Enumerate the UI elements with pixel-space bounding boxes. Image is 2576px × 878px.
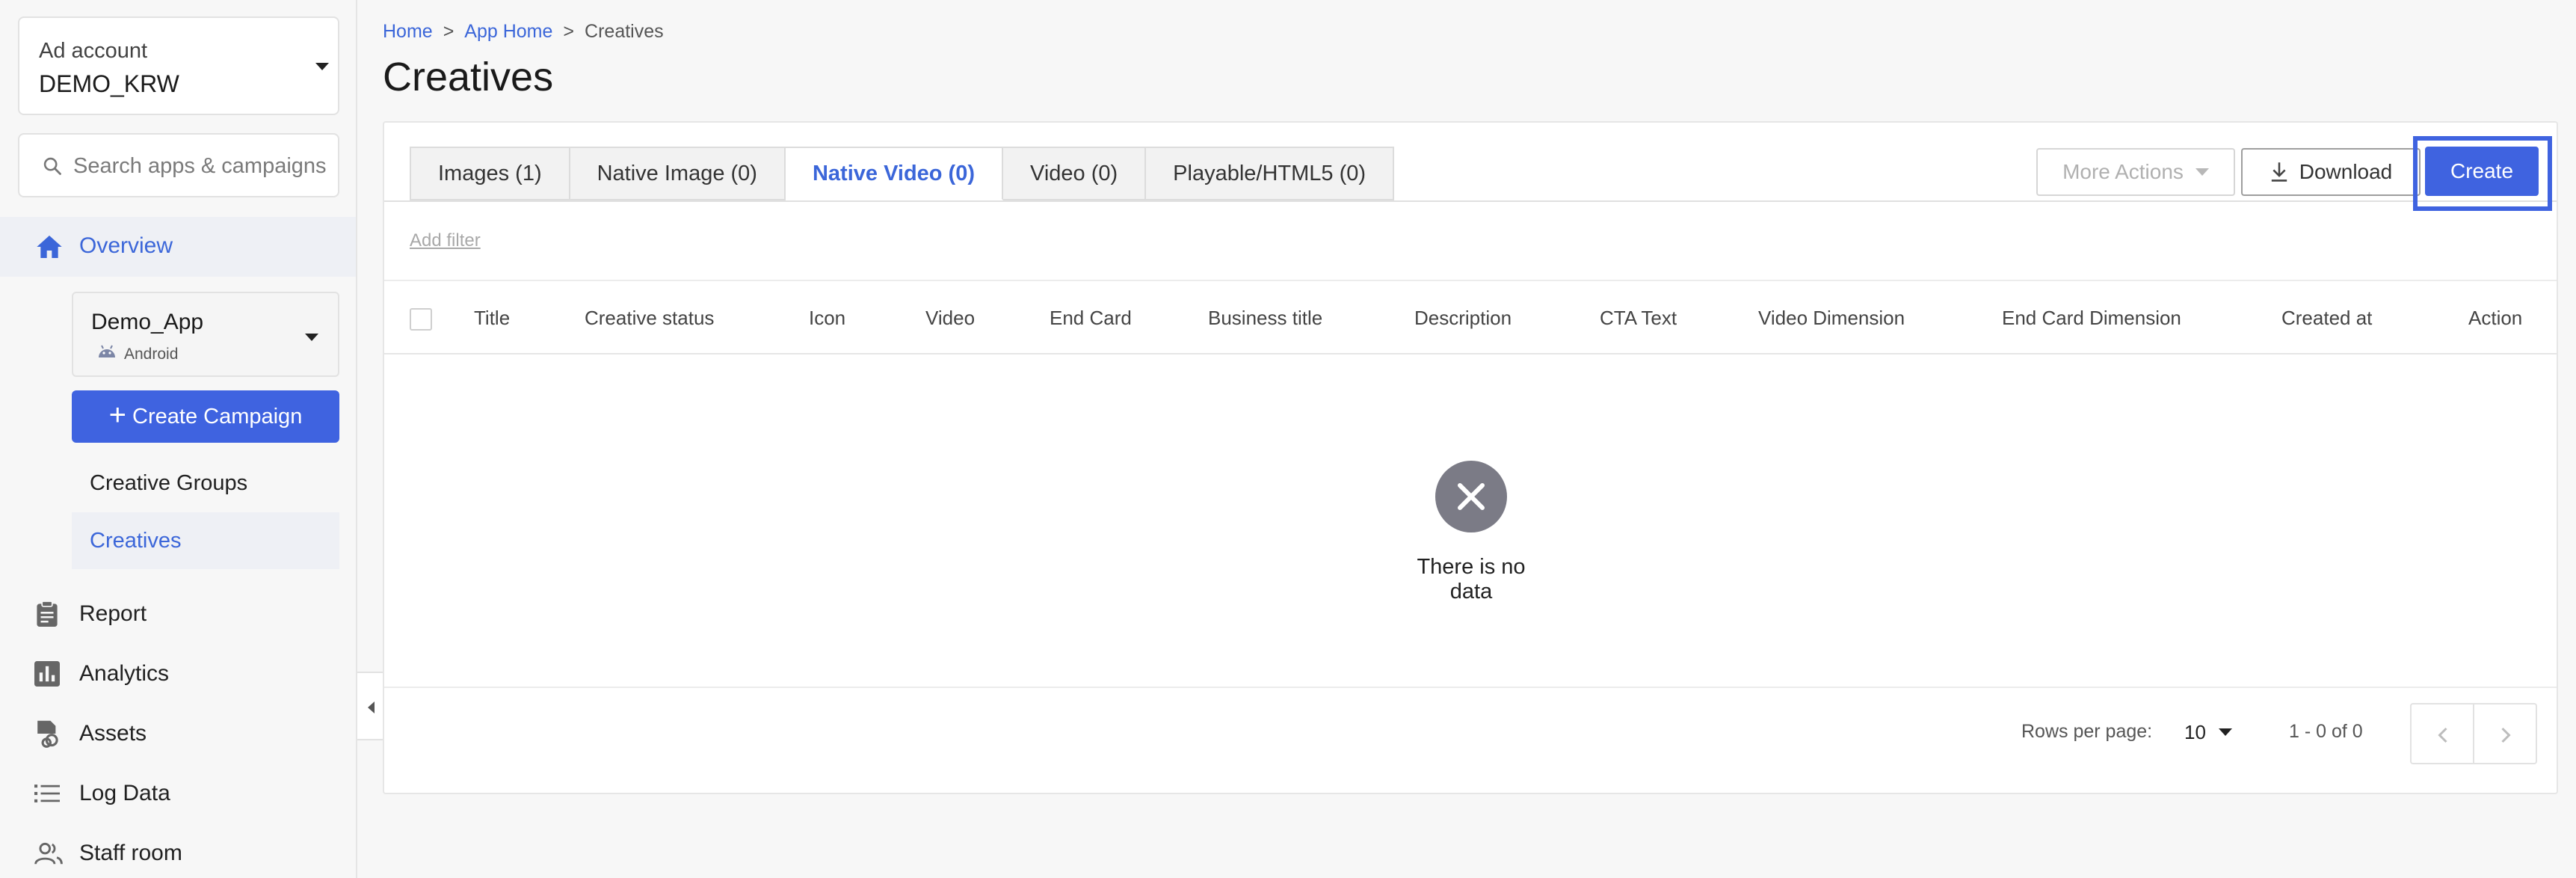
column-header-creative-status[interactable]: Creative status (585, 307, 714, 330)
chevron-down-icon (2195, 168, 2209, 176)
nav-item-analytics[interactable]: Analytics (0, 648, 356, 700)
list-icon (34, 785, 60, 802)
column-header-created-at[interactable]: Created at (2281, 307, 2372, 330)
creatives-panel: Images (1) Native Image (0) Native Video… (383, 121, 2558, 794)
nav-item-staff-room[interactable]: Staff room (0, 827, 356, 878)
nav-item-log-data-label: Log Data (79, 781, 170, 805)
plus-icon: + (108, 399, 127, 432)
breadcrumb: Home > App Home > Creatives (383, 21, 664, 43)
page-range: 1 - 0 of 0 (2289, 721, 2363, 742)
column-header-action: Action (2468, 307, 2523, 329)
more-actions-label: More Actions (2062, 160, 2184, 183)
nav-item-report[interactable]: Report (0, 588, 356, 640)
create-button[interactable]: Create (2425, 147, 2539, 196)
nav-item-assets[interactable]: Assets (0, 707, 356, 760)
more-actions-button[interactable]: More Actions (2036, 148, 2235, 196)
column-header-description[interactable]: Description (1414, 307, 1512, 330)
ad-account-selector[interactable]: Ad account DEMO_KRW (18, 16, 339, 115)
tab-images[interactable]: Images (1) (410, 147, 570, 200)
ad-account-value: DEMO_KRW (39, 70, 179, 97)
page-title: Creatives (383, 55, 554, 99)
file-link-icon (37, 720, 58, 748)
column-header-cta-text[interactable]: CTA Text (1600, 307, 1677, 330)
rows-per-page-select[interactable]: 10 (2184, 721, 2206, 744)
next-page-button[interactable] (2473, 703, 2537, 764)
column-header-business-title[interactable]: Business title (1208, 307, 1322, 330)
chevron-right-icon (2501, 727, 2511, 743)
tab-playable-html5[interactable]: Playable/HTML5 (0) (1146, 147, 1395, 200)
app-platform: Android (124, 346, 179, 363)
column-header-end-card[interactable]: End Card (1050, 307, 1132, 330)
nav-item-assets-label: Assets (79, 721, 147, 746)
column-header-icon[interactable]: Icon (809, 307, 845, 330)
no-data-icon (1435, 461, 1507, 532)
bar-chart-icon (34, 661, 60, 687)
column-header-end-card-dimension[interactable]: End Card Dimension (2002, 307, 2181, 330)
select-all-checkbox[interactable] (410, 308, 432, 331)
chevron-down-icon (305, 334, 318, 341)
download-button[interactable]: Download (2241, 148, 2421, 196)
clipboard-icon (37, 601, 58, 627)
table-footer-divider (384, 687, 2557, 688)
breadcrumb-separator: > (563, 21, 575, 42)
add-filter-link[interactable]: Add filter (410, 230, 481, 251)
create-campaign-label: Create Campaign (132, 404, 303, 429)
empty-state-message: There is no data (1417, 555, 1526, 604)
breadcrumb-separator: > (443, 21, 455, 42)
home-icon (37, 236, 62, 258)
chevron-left-icon (368, 702, 375, 713)
nav-item-overview-label: Overview (79, 233, 173, 258)
column-header-video-dimension[interactable]: Video Dimension (1758, 307, 1905, 330)
breadcrumb-home[interactable]: Home (383, 21, 433, 43)
nav-item-staff-room-label: Staff room (79, 841, 182, 865)
tabs-divider (384, 200, 2557, 202)
chevron-left-icon (2438, 727, 2447, 743)
close-icon (1458, 483, 1485, 510)
ad-account-label: Ad account (39, 39, 148, 63)
nav-item-report-label: Report (79, 601, 147, 626)
nav-item-analytics-label: Analytics (79, 661, 170, 686)
search-icon (43, 157, 61, 175)
tab-native-image[interactable]: Native Image (0) (570, 147, 786, 200)
download-label: Download (2299, 160, 2393, 183)
nav-item-log-data[interactable]: Log Data (0, 767, 356, 820)
table-header: Title Creative status Icon Video End Car… (384, 281, 2557, 353)
chevron-down-icon (315, 63, 329, 70)
breadcrumb-app-home[interactable]: App Home (464, 21, 552, 43)
tab-native-video[interactable]: Native Video (0) (785, 147, 1004, 200)
creative-type-tabs: Images (1) Native Image (0) Native Video… (410, 147, 1395, 200)
sidebar-item-creatives[interactable]: Creatives (72, 512, 339, 569)
download-icon (2271, 162, 2287, 182)
rows-per-page-label: Rows per page: (2021, 721, 2153, 742)
tab-video[interactable]: Video (0) (1003, 147, 1147, 200)
sidebar-item-creative-groups[interactable]: Creative Groups (72, 455, 339, 512)
android-icon (99, 345, 115, 357)
chevron-down-icon[interactable] (2219, 728, 2232, 736)
column-header-video[interactable]: Video (925, 307, 975, 330)
create-campaign-button[interactable]: + Create Campaign (72, 390, 339, 443)
breadcrumb-current: Creatives (585, 21, 664, 42)
search-box[interactable] (18, 133, 339, 197)
app-name: Demo_App (91, 310, 204, 334)
app-selector[interactable]: Demo_App Android (72, 292, 339, 377)
nav-item-overview[interactable]: Overview (0, 217, 356, 277)
search-input[interactable] (73, 148, 335, 184)
users-icon (34, 842, 63, 865)
table-header-divider (384, 353, 2557, 354)
column-header-title[interactable]: Title (474, 307, 510, 330)
previous-page-button[interactable] (2410, 703, 2474, 764)
sidebar: Ad account DEMO_KRW Overview Demo_App An… (0, 0, 357, 878)
